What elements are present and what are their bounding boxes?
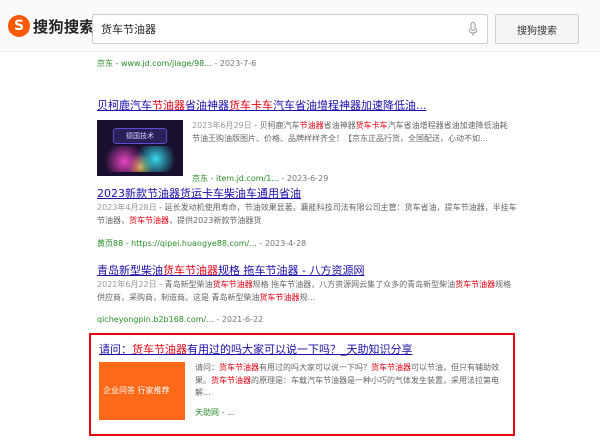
highlight-frame: 请问：货车节油器有用过的吗大家可以说一下吗？_天助知识分享 企业问答 行家推荐 … — [89, 333, 515, 436]
result-url[interactable]: 天助网 - ... — [195, 407, 235, 418]
search-box — [92, 14, 488, 44]
result-title-link[interactable]: 青岛新型柴油货车节油器规格 拖车节油器 - 八方资源网 — [97, 262, 517, 278]
result-snippet: 2023年6月29日 - 贝柯鹿汽车节油器省油神器货车卡车汽车省油增程器省油加速… — [192, 121, 508, 143]
sogou-logo-text: 搜狗搜索 — [33, 17, 96, 36]
result-title-link[interactable]: 请问：货车节油器有用过的吗大家可以说一下吗？_天助知识分享 — [99, 341, 511, 357]
result-thumbnail[interactable]: 企业问答 行家推荐 — [99, 362, 185, 420]
result-thumbnail[interactable]: 德国技术 — [97, 120, 183, 176]
search-input[interactable] — [101, 21, 451, 37]
search-button[interactable]: 搜狗搜索 — [495, 14, 579, 44]
result-url[interactable]: qicheyongpin.b2b168.com/... - 2021-6-22 — [97, 315, 263, 324]
result-url[interactable]: 京东 - item.jd.com/1... - 2023-6-29 — [192, 173, 328, 184]
result-url[interactable]: 黄页88 - https://qipei.huangye88.com/... -… — [97, 238, 306, 249]
microphone-icon[interactable] — [468, 22, 478, 37]
search-result: 2023新款节油器货运卡车柴油车通用省油 2023年4月28日 - 延长发动机使… — [97, 185, 517, 248]
result-title-link[interactable]: 2023新款节油器货运卡车柴油车通用省油 — [97, 185, 517, 201]
search-result: 贝柯鹿汽车节油器省油神器货车卡车汽车省油增程神器加速降低油... 德国技术 20… — [97, 97, 517, 183]
result-snippet: 请问：货车节油器有用过的吗大家可以说一下吗？货车节油器可以节油，但只有辅助效果。… — [195, 363, 499, 397]
search-result: 青岛新型柴油货车节油器规格 拖车节油器 - 八方资源网 2021年6月22日 -… — [97, 262, 517, 324]
search-result: 请问：货车节油器有用过的吗大家可以说一下吗？_天助知识分享 企业问答 行家推荐 … — [99, 341, 511, 420]
result-title-link[interactable]: 贝柯鹿汽车节油器省油神器货车卡车汽车省油增程神器加速降低油... — [97, 97, 517, 113]
search-header: S 搜狗搜索 搜狗搜索 — [0, 0, 600, 52]
thumbnail-glow — [101, 146, 179, 172]
prev-result-url[interactable]: 京东 - www.jd.com/jiage/98... - 2023-7-6 — [97, 58, 256, 69]
sogou-logo-icon: S — [8, 15, 30, 37]
thumbnail-tag: 企业问答 行家推荐 — [103, 386, 170, 395]
result-snippet: 2023年4月28日 - 延长发动机使用寿命，节油效果显著。襄能科技司法有限公司… — [97, 203, 517, 225]
sogou-logo[interactable]: S 搜狗搜索 — [8, 15, 95, 37]
thumbnail-caption: 德国技术 — [113, 128, 167, 144]
result-snippet: 2021年6月22日 - 青岛新型柴油货车节油器规格 拖车节油器，八方资源网云集… — [97, 280, 512, 302]
